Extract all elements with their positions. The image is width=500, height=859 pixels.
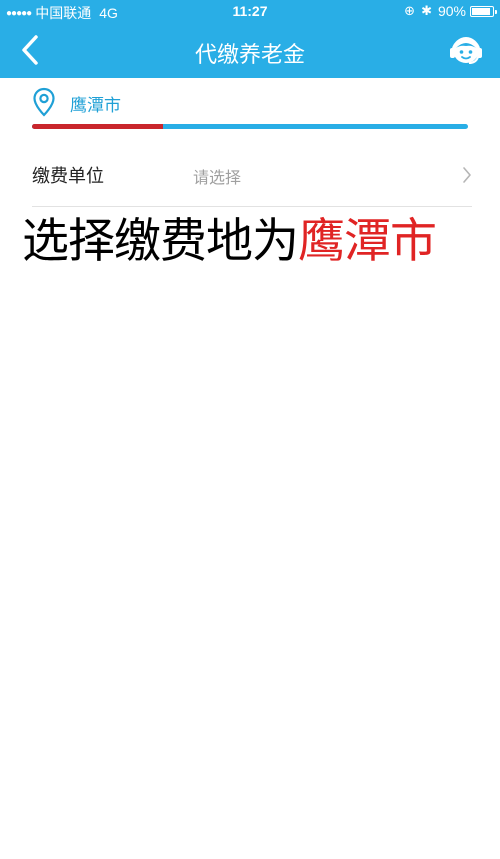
page-title: 代缴养老金 bbox=[194, 43, 305, 68]
progress-bar bbox=[32, 124, 468, 129]
row-divider bbox=[32, 206, 472, 207]
location-pin-icon bbox=[33, 87, 55, 117]
caption-prefix: 选择缴费地为 bbox=[22, 214, 299, 269]
orientation-lock-icon: ⊕ bbox=[404, 3, 416, 18]
status-right: ⊕ ✱ 90% bbox=[404, 3, 497, 19]
chevron-right-icon bbox=[463, 167, 471, 183]
location-selector[interactable]: 鹰潭市 bbox=[32, 85, 468, 119]
caption-text: 选择缴费地为鹰潭市 bbox=[22, 214, 437, 270]
payment-unit-label: 缴费单位 bbox=[32, 166, 104, 187]
caption-highlight: 鹰潭市 bbox=[298, 214, 437, 269]
progress-fill bbox=[32, 124, 163, 129]
battery-icon bbox=[470, 5, 497, 17]
payment-unit-placeholder: 请选择 bbox=[193, 168, 242, 187]
status-bar: ●●●●● 中国联通 4G 11:27 ⊕ ✱ 90% bbox=[0, 0, 500, 22]
payment-unit-row[interactable]: 缴费单位 请选择 bbox=[0, 148, 500, 204]
customer-service-button[interactable] bbox=[446, 30, 486, 70]
battery-percent: 90% bbox=[437, 3, 466, 19]
bluetooth-icon: ✱ bbox=[421, 3, 432, 18]
screen: ●●●●● 中国联通 4G 11:27 ⊕ ✱ 90% 代缴养老金 鹰潭市 缴费… bbox=[0, 0, 500, 859]
nav-bar: 代缴养老金 bbox=[0, 22, 500, 78]
battery-level bbox=[472, 7, 490, 15]
customer-service-icon bbox=[450, 37, 482, 64]
location-label: 鹰潭市 bbox=[70, 96, 121, 116]
